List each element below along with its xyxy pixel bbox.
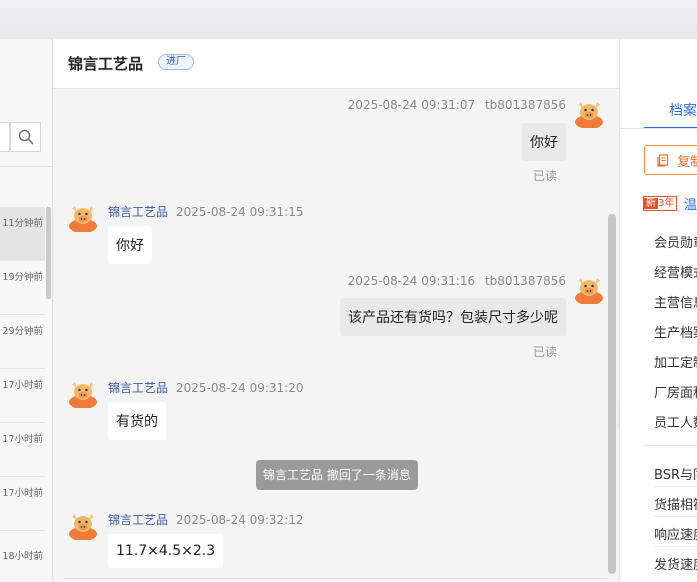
copy-button-label: 复制: [677, 154, 697, 170]
message-sender[interactable]: 锦言工艺品: [108, 381, 168, 395]
message-area: 2025-08-24 09:31:07 tb801387856 你好 已读 锦言…: [53, 90, 619, 582]
chat-panel: 锦言工艺品 进厂 2025-08-24 09:31:07 tb801387856…: [53, 39, 619, 582]
status-badge[interactable]: 进厂: [158, 54, 194, 70]
avatar-icon[interactable]: [574, 274, 604, 304]
service-item[interactable]: 货描相符: [654, 494, 697, 513]
session-time: 17小时前: [2, 488, 43, 499]
message-time: 2025-08-24 09:31:16: [347, 274, 476, 288]
message-bubble[interactable]: 你好: [522, 123, 566, 161]
message-bubble[interactable]: 你好: [108, 226, 152, 264]
message-sender: tb801387856: [484, 98, 566, 112]
profile-item[interactable]: 会员勋章: [654, 232, 697, 251]
profile-item[interactable]: 经营模式: [654, 262, 697, 281]
avatar-icon[interactable]: [68, 202, 98, 232]
read-status: 已读: [532, 169, 557, 183]
message-bubble[interactable]: 11.7×4.5×2.3: [108, 534, 224, 568]
message-meta: 2025-08-24 09:31:16 tb801387856: [348, 274, 566, 288]
info-panel: 档案 复制 新3年 温 会员勋章 经营模式 主营信息 生产档案 加工定制 厂房面…: [619, 39, 697, 582]
chat-header: 锦言工艺品 进厂: [53, 39, 619, 89]
list-divider: [0, 166, 52, 167]
session-item[interactable]: 29分钟前: [0, 315, 45, 369]
badge-text[interactable]: 温: [684, 194, 697, 213]
read-status: 已读: [532, 345, 557, 359]
profile-item[interactable]: 主营信息: [654, 292, 697, 311]
session-list: 11分钟前 19分钟前 29分钟前 17小时前 17小时前 17小时前 18小时…: [0, 39, 53, 582]
search-icon: [18, 129, 33, 145]
item-divider: [654, 516, 697, 517]
service-item[interactable]: 响应速度: [654, 524, 697, 543]
tab-border: [620, 128, 697, 129]
session-item[interactable]: 17小时前: [0, 477, 45, 531]
recall-notice: 锦言工艺品 撤回了一条消息: [256, 460, 418, 490]
profile-item[interactable]: 员工人数: [654, 412, 697, 431]
profile-item[interactable]: 生产档案: [654, 322, 697, 341]
session-item[interactable]: 19分钟前: [0, 261, 45, 315]
session-item[interactable]: 18小时前: [0, 531, 45, 582]
tab-profile[interactable]: 档案: [669, 100, 697, 120]
message-meta: 锦言工艺品 2025-08-24 09:32:12: [108, 511, 303, 528]
session-item[interactable]: 11分钟前: [0, 207, 45, 261]
session-list-scrollbar[interactable]: [46, 207, 51, 299]
top-band: [0, 0, 697, 39]
session-item[interactable]: 17小时前: [0, 423, 45, 477]
chat-scrollbar[interactable]: [608, 214, 616, 574]
item-divider: [654, 546, 697, 547]
message-meta: 2025-08-24 09:31:07 tb801387856: [348, 98, 566, 112]
session-time: 11分钟前: [2, 218, 43, 229]
message-bubble[interactable]: 有货的: [108, 402, 166, 440]
search-button[interactable]: [10, 122, 41, 152]
service-item[interactable]: BSR与同行: [654, 464, 697, 483]
service-item[interactable]: 发货速度: [654, 554, 697, 573]
avatar-icon[interactable]: [68, 510, 98, 540]
profile-item[interactable]: 厂房面积: [654, 382, 697, 401]
badge-years: 3年: [658, 198, 675, 209]
session-item[interactable]: 17小时前: [0, 369, 45, 423]
session-time: 29分钟前: [2, 326, 43, 337]
message-time: 2025-08-24 09:31:20: [176, 381, 304, 395]
session-time: 19分钟前: [2, 272, 43, 283]
message-time: 2025-08-24 09:31:15: [176, 205, 304, 219]
message-bubble[interactable]: 该产品还有货吗？包装尺寸多少呢: [340, 298, 566, 336]
search-input[interactable]: [0, 122, 10, 152]
message-meta: 锦言工艺品 2025-08-24 09:31:15: [108, 203, 303, 220]
message-sender[interactable]: 锦言工艺品: [108, 205, 168, 219]
session-time: 18小时前: [2, 551, 43, 562]
copy-button[interactable]: 复制: [644, 145, 697, 175]
section-divider: [644, 445, 697, 446]
message-sender: tb801387856: [484, 274, 566, 288]
input-divider: [63, 578, 607, 579]
member-years-badge: 新 3年: [643, 196, 678, 211]
message-time: 2025-08-24 09:32:12: [176, 513, 304, 527]
message-meta: 锦言工艺品 2025-08-24 09:31:20: [108, 379, 303, 396]
message-time: 2025-08-24 09:31:07: [347, 98, 476, 112]
message-sender[interactable]: 锦言工艺品: [108, 513, 168, 527]
avatar-icon[interactable]: [574, 98, 604, 128]
session-time: 17小时前: [2, 434, 43, 445]
profile-item[interactable]: 加工定制: [654, 352, 697, 371]
badge-new: 新: [644, 198, 658, 209]
avatar-icon[interactable]: [68, 378, 98, 408]
item-divider: [654, 486, 697, 487]
session-time: 17小时前: [2, 380, 43, 391]
copy-icon: [657, 153, 669, 167]
chat-title: 锦言工艺品: [68, 55, 144, 73]
